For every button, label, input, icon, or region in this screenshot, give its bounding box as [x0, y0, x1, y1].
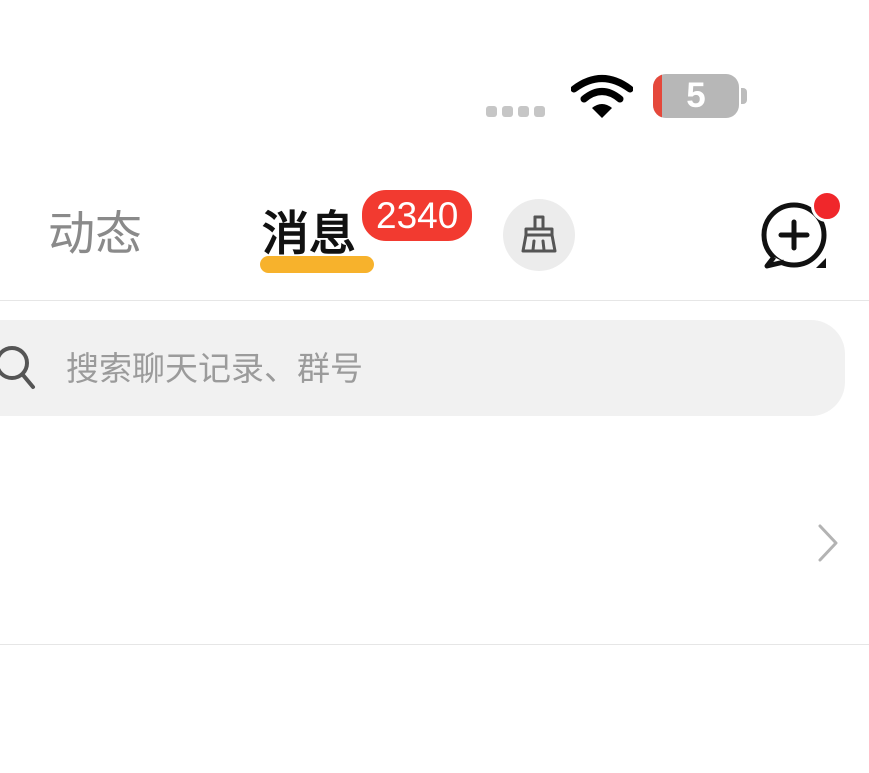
battery-indicator: 5 — [653, 74, 739, 118]
search-input[interactable] — [66, 340, 766, 396]
list-divider — [0, 644, 869, 645]
broom-icon — [521, 215, 557, 253]
tab-dynamic[interactable]: 动态 — [48, 211, 142, 258]
signal-dots-icon — [486, 106, 545, 117]
notification-dot — [811, 190, 843, 222]
battery-level-text: 5 — [686, 76, 706, 115]
header-divider — [0, 300, 869, 301]
clean-unread-button[interactable] — [503, 199, 575, 271]
battery-cap — [741, 88, 747, 104]
chevron-right-icon — [818, 524, 838, 562]
search-icon — [0, 346, 35, 389]
tab-messages[interactable]: 消息 — [262, 211, 356, 258]
list-item[interactable] — [0, 432, 869, 644]
wifi-icon — [571, 75, 633, 118]
unread-count-badge: 2340 — [360, 188, 475, 243]
